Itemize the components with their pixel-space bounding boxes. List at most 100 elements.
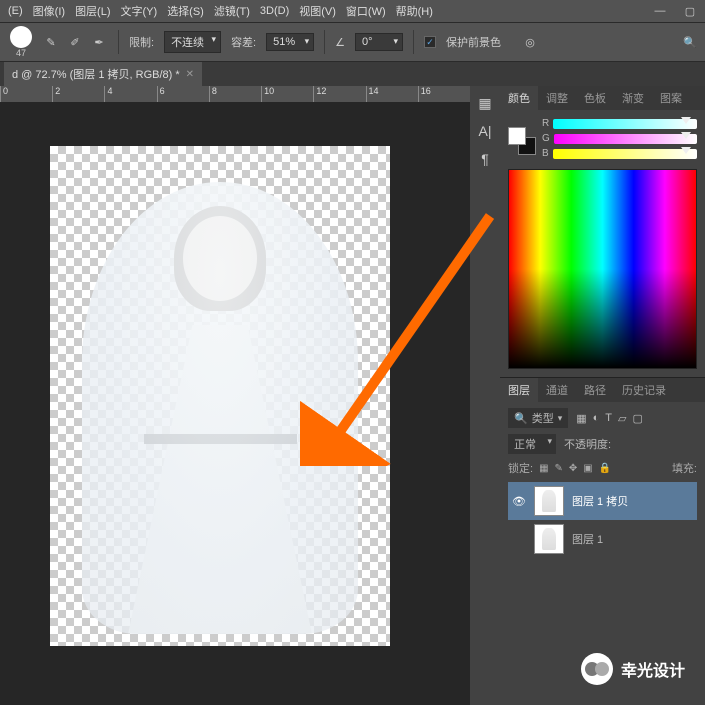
tab-layers[interactable]: 图层 — [500, 378, 538, 402]
search-icon[interactable]: 🔍 — [681, 33, 699, 51]
tab-gradient[interactable]: 渐变 — [614, 86, 652, 110]
ruler-mark: 6 — [157, 86, 209, 102]
brush-circle-icon — [10, 26, 32, 48]
vertical-toolbar: ▦ A| ¶ — [470, 86, 500, 705]
canvas-area[interactable]: 0 2 4 6 8 10 12 14 16 — [0, 86, 470, 705]
protect-fg-checkbox[interactable]: ✓ — [424, 36, 436, 48]
blend-mode-dropdown[interactable]: 正常 — [508, 434, 556, 454]
filter-pixel-icon[interactable]: ▦ — [576, 412, 586, 425]
workspace: 0 2 4 6 8 10 12 14 16 ▦ A| ¶ — [0, 86, 705, 705]
g-slider[interactable] — [554, 134, 697, 144]
color-spectrum[interactable] — [508, 169, 697, 369]
brush-preview[interactable]: 47 — [10, 26, 32, 58]
tab-color[interactable]: 颜色 — [500, 86, 538, 110]
ruler-mark: 14 — [366, 86, 418, 102]
angle-field[interactable]: 0° — [355, 33, 403, 51]
protect-fg-label: 保护前景色 — [446, 34, 501, 50]
r-label: R — [542, 118, 549, 129]
document-title: d @ 72.7% (图层 1 拷贝, RGB/8) * — [12, 66, 180, 82]
paragraph-panel-icon[interactable]: ¶ — [472, 146, 498, 172]
limit-dropdown[interactable]: 不连续 — [164, 31, 221, 53]
sample2-icon[interactable]: ✐ — [66, 33, 84, 51]
tab-paths[interactable]: 路径 — [576, 378, 614, 402]
menu-type[interactable]: 文字(Y) — [117, 1, 162, 21]
slider-handle[interactable] — [681, 132, 691, 139]
layer-thumbnail[interactable] — [534, 524, 564, 554]
target-icon[interactable]: ◎ — [521, 33, 539, 51]
ruler-mark: 0 — [0, 86, 52, 102]
lock-position-icon[interactable]: ✥ — [569, 463, 577, 474]
fill-label: 填充: — [672, 460, 697, 476]
layer-filter-icons: ▦ ◐ T ▱ ▢ — [576, 412, 643, 425]
ruler-mark: 16 — [418, 86, 470, 102]
filter-adjust-icon[interactable]: ◐ — [593, 412, 600, 425]
minimize-button[interactable]: — — [645, 0, 675, 22]
slider-handle[interactable] — [681, 147, 691, 154]
opacity-label: 不透明度: — [564, 436, 611, 452]
menu-bar: (E) 图像(I) 图层(L) 文字(Y) 选择(S) 滤镜(T) 3D(D) … — [0, 0, 705, 22]
brush-tools-group: ✎ ✐ ✒ — [42, 33, 108, 51]
menu-window[interactable]: 窗口(W) — [342, 1, 390, 21]
g-label: G — [542, 133, 550, 144]
divider — [413, 30, 414, 54]
wechat-icon — [581, 653, 613, 685]
fg-color-swatch[interactable] — [508, 127, 526, 145]
menu-edit[interactable]: (E) — [4, 3, 27, 19]
visibility-toggle-icon[interactable] — [512, 532, 526, 546]
slider-handle[interactable] — [681, 117, 691, 124]
limit-label: 限制: — [129, 34, 154, 50]
sample3-icon[interactable]: ✒ — [90, 33, 108, 51]
menu-select[interactable]: 选择(S) — [163, 1, 208, 21]
character-panel-icon[interactable]: A| — [472, 118, 498, 144]
b-label: B — [542, 148, 549, 159]
ruler-mark: 10 — [261, 86, 313, 102]
color-panel: R G B — [500, 110, 705, 377]
r-slider[interactable] — [553, 119, 697, 129]
maximize-button[interactable]: ▢ — [675, 0, 705, 22]
b-slider[interactable] — [553, 149, 697, 159]
lock-artboard-icon[interactable]: ▣ — [583, 463, 592, 474]
lock-label: 锁定: — [508, 460, 533, 476]
lock-all-icon[interactable]: 🔒 — [599, 463, 611, 474]
close-tab-icon[interactable]: ✕ — [186, 69, 194, 80]
tab-channels[interactable]: 通道 — [538, 378, 576, 402]
document-tab[interactable]: d @ 72.7% (图层 1 拷贝, RGB/8) * ✕ — [4, 62, 202, 86]
angle-icon: ∠ — [335, 36, 345, 49]
ruler-mark: 12 — [313, 86, 365, 102]
tolerance-field[interactable]: 51% — [266, 33, 314, 51]
layer-kind-dropdown[interactable]: 🔍 类型 ▾ — [508, 408, 568, 428]
tab-history[interactable]: 历史记录 — [614, 378, 674, 402]
lock-pixels-icon[interactable]: ✎ — [555, 463, 563, 474]
layer-thumbnail[interactable] — [534, 486, 564, 516]
color-panel-tabs: 颜色 调整 色板 渐变 图案 — [500, 86, 705, 110]
image-content — [67, 159, 373, 634]
filter-shape-icon[interactable]: ▱ — [618, 412, 626, 425]
layer-item[interactable]: 👁 图层 1 拷贝 — [508, 482, 697, 520]
menu-view[interactable]: 视图(V) — [295, 1, 340, 21]
window-controls: — ▢ — [645, 0, 705, 22]
search-icon: 🔍 — [514, 412, 528, 425]
watermark: 幸光设计 — [581, 653, 685, 685]
visibility-toggle-icon[interactable]: 👁 — [512, 494, 526, 508]
menu-layer[interactable]: 图层(L) — [71, 1, 114, 21]
canvas[interactable] — [50, 146, 390, 646]
lock-transparent-icon[interactable]: ▦ — [539, 463, 548, 474]
panel-icon-1[interactable]: ▦ — [472, 90, 498, 116]
menu-help[interactable]: 帮助(H) — [392, 1, 437, 21]
layer-name: 图层 1 — [572, 531, 603, 547]
tab-swatch[interactable]: 色板 — [576, 86, 614, 110]
filter-type-icon[interactable]: T — [605, 412, 612, 425]
fg-bg-swatch[interactable] — [508, 127, 536, 155]
menu-filter[interactable]: 滤镜(T) — [210, 1, 254, 21]
divider — [118, 30, 119, 54]
brush-size-value: 47 — [16, 48, 26, 58]
tab-adjust[interactable]: 调整 — [538, 86, 576, 110]
sample-icon[interactable]: ✎ — [42, 33, 60, 51]
filter-smart-icon[interactable]: ▢ — [633, 412, 643, 425]
tab-pattern[interactable]: 图案 — [652, 86, 690, 110]
watermark-text: 幸光设计 — [621, 657, 685, 681]
menu-3d[interactable]: 3D(D) — [256, 3, 293, 19]
menu-image[interactable]: 图像(I) — [29, 1, 69, 21]
layer-item[interactable]: 图层 1 — [508, 520, 697, 558]
layers-panel: 图层 通道 路径 历史记录 🔍 类型 ▾ ▦ ◐ T ▱ — [500, 377, 705, 564]
